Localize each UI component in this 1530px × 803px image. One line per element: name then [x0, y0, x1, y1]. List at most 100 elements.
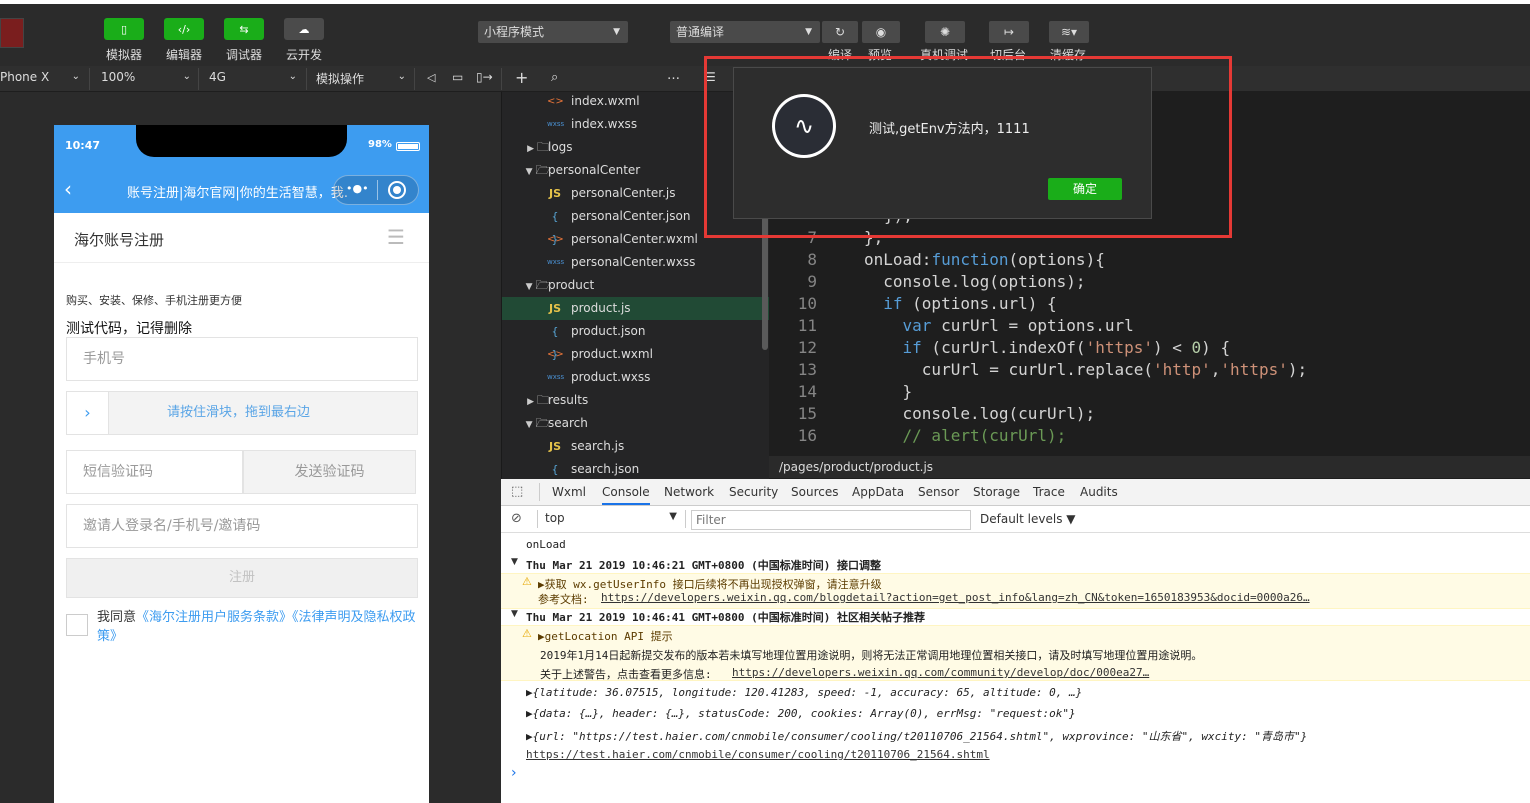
- tree-item[interactable]: { } product.json: [502, 320, 769, 361]
- inspect-icon[interactable]: ⬚: [511, 484, 523, 499]
- back-arrow-icon[interactable]: ‹: [64, 177, 72, 201]
- add-file-icon[interactable]: +: [515, 68, 528, 87]
- js-file-icon: JS: [548, 187, 561, 200]
- tab-appdata[interactable]: AppData: [852, 485, 904, 499]
- tab-sources[interactable]: Sources: [791, 485, 838, 499]
- preview-button[interactable]: ◉: [862, 21, 900, 43]
- more-icon[interactable]: …: [667, 68, 680, 83]
- warning-icon: ⚠: [522, 627, 532, 640]
- more-dots-icon[interactable]: •●•: [346, 182, 369, 195]
- tab-sensor[interactable]: Sensor: [918, 485, 959, 499]
- console-filter-input[interactable]: Filter: [691, 510, 971, 530]
- phone-icon: ▯: [120, 22, 128, 36]
- context-select[interactable]: top ▼: [545, 511, 677, 529]
- menu-capsule[interactable]: •●•: [333, 175, 419, 205]
- tree-item[interactable]: ▼ 🗁 search: [502, 412, 769, 435]
- volume-icon[interactable]: ◁: [427, 71, 435, 84]
- tree-item-label: personalCenter.wxss: [571, 255, 696, 269]
- slider-captcha[interactable]: › 请按住滑块，拖到最右边: [66, 391, 418, 435]
- slider-handle-icon[interactable]: ›: [67, 392, 109, 434]
- tab-trace[interactable]: Trace: [1033, 485, 1065, 499]
- console-prompt[interactable]: ›: [511, 765, 517, 781]
- sms-code-field[interactable]: 短信验证码: [66, 450, 243, 494]
- console-object-location[interactable]: ▶{latitude: 36.07515, longitude: 120.412…: [526, 686, 1082, 699]
- expand-triangle-icon[interactable]: ▼: [511, 557, 518, 567]
- compile-button[interactable]: ↻: [822, 21, 858, 43]
- dialog-ok-button[interactable]: 确定: [1048, 178, 1122, 200]
- tab-audits[interactable]: Audits: [1080, 485, 1118, 499]
- tree-item[interactable]: JS product.js: [502, 297, 769, 320]
- detach-icon[interactable]: ▯→: [476, 70, 493, 84]
- tree-scrollbar[interactable]: [762, 210, 768, 350]
- tree-item[interactable]: <> product.wxml: [502, 343, 769, 366]
- agree-checkbox[interactable]: [66, 614, 88, 636]
- tree-item[interactable]: JS personalCenter.js: [502, 182, 769, 205]
- tree-item[interactable]: ▼ 🗁 product: [502, 274, 769, 297]
- tree-item[interactable]: JS search.js: [502, 435, 769, 458]
- sim-ops-value: 模拟操作: [316, 72, 365, 86]
- rotate-icon[interactable]: ▭: [452, 70, 463, 84]
- close-miniapp-icon[interactable]: [388, 181, 406, 199]
- code-line: 12 if (curUrl.indexOf('https') < 0) {: [769, 337, 1530, 359]
- tree-item[interactable]: wxss personalCenter.wxss: [502, 251, 769, 274]
- tree-item[interactable]: <> index.wxml: [502, 92, 769, 113]
- invite-code-field[interactable]: 邀请人登录名/手机号/邀请码: [66, 504, 418, 548]
- clear-console-icon[interactable]: ⊘: [511, 511, 522, 526]
- debugger-toggle-button[interactable]: ⇆: [224, 18, 264, 40]
- line-number: 16: [797, 426, 817, 445]
- tree-item[interactable]: wxss index.wxss: [502, 113, 769, 136]
- tree-item[interactable]: { } search.json: [502, 458, 769, 479]
- divider: [501, 68, 502, 90]
- tab-wxml[interactable]: Wxml: [552, 485, 586, 499]
- code-line: 11 var curUrl = options.url: [769, 315, 1530, 337]
- community-doc-link[interactable]: https://developers.weixin.qq.com/communi…: [732, 666, 1149, 679]
- devtools-panel: ⬚ Wxml Console Network Security Sources …: [501, 479, 1530, 803]
- zoom-select[interactable]: 100% ⌄: [101, 70, 191, 88]
- user-avatar[interactable]: [0, 18, 24, 48]
- warning-text[interactable]: ▶getLocation API 提示: [538, 628, 673, 644]
- console-group-header[interactable]: Thu Mar 21 2019 10:46:41 GMT+0800 (中国标准时…: [526, 609, 925, 625]
- compile-select[interactable]: 普通编译 ▼: [670, 21, 820, 43]
- js-file-icon: JS: [548, 440, 561, 453]
- editor-toggle-button[interactable]: ‹/›: [164, 18, 204, 40]
- send-code-button[interactable]: 发送验证码: [243, 450, 416, 494]
- search-icon[interactable]: ⌕: [551, 70, 558, 85]
- tab-storage[interactable]: Storage: [973, 485, 1020, 499]
- tab-console[interactable]: Console: [602, 485, 650, 505]
- mode-select[interactable]: 小程序模式 ▼: [478, 21, 628, 43]
- agree-links[interactable]: 《海尔注册用户服务条款》《法律声明及隐私权政策》: [97, 610, 416, 644]
- collapse-icon[interactable]: ☰: [705, 70, 716, 84]
- simulator-panel: 10:47 98% ‹ 账号注册|海尔官网|你的生活智慧，我… •●• 海尔账号…: [0, 92, 501, 803]
- debugger-label: 调试器: [225, 48, 262, 62]
- line-number: 13: [797, 360, 817, 379]
- hamburger-menu-icon[interactable]: ☰: [387, 225, 405, 249]
- remote-debug-button[interactable]: ✺: [925, 21, 965, 43]
- js-file-icon: JS: [548, 302, 561, 315]
- clear-cache-button[interactable]: ≋▾: [1049, 21, 1089, 43]
- tree-item[interactable]: { } personalCenter.json: [502, 205, 769, 246]
- tree-item[interactable]: ▶ 🗀 logs: [502, 136, 769, 159]
- simulator-toggle-button[interactable]: ▯: [104, 18, 144, 40]
- register-button[interactable]: 注册: [66, 558, 418, 598]
- network-select[interactable]: 4G ⌄: [209, 70, 297, 88]
- console-url-link[interactable]: https://test.haier.com/cnmobile/consumer…: [526, 748, 990, 761]
- warning-text[interactable]: ▶获取 wx.getUserInfo 接口后续将不再出现授权弹窗，请注意升级: [538, 576, 882, 592]
- console-object-response[interactable]: ▶{data: {…}, header: {…}, statusCode: 20…: [526, 707, 1076, 720]
- expand-triangle-icon[interactable]: ▼: [511, 609, 518, 619]
- device-select[interactable]: Phone X ⌄: [0, 70, 80, 88]
- phone-number-field[interactable]: 手机号: [66, 337, 418, 381]
- warning-doc-link[interactable]: https://developers.weixin.qq.com/blogdet…: [601, 591, 1310, 604]
- background-button[interactable]: ↦: [989, 21, 1029, 43]
- tab-network[interactable]: Network: [664, 485, 714, 499]
- log-levels-select[interactable]: Default levels ▼: [980, 512, 1076, 526]
- tree-item[interactable]: wxss product.wxss: [502, 366, 769, 389]
- tree-item[interactable]: ▶ 🗀 results: [502, 389, 769, 412]
- tab-security[interactable]: Security: [729, 485, 778, 499]
- console-object-url[interactable]: ▶{url: "https://test.haier.com/cnmobile/…: [526, 728, 1307, 744]
- tree-item[interactable]: <> personalCenter.wxml: [502, 228, 769, 251]
- console-group-header[interactable]: Thu Mar 21 2019 10:46:21 GMT+0800 (中国标准时…: [526, 557, 881, 573]
- cloud-dev-button[interactable]: ☁: [284, 18, 324, 40]
- editor-file-path: /pages/product/product.js: [769, 456, 1530, 478]
- sim-ops-select[interactable]: 模拟操作 ⌄: [316, 70, 406, 88]
- tree-item[interactable]: ▼ 🗁 personalCenter: [502, 159, 769, 182]
